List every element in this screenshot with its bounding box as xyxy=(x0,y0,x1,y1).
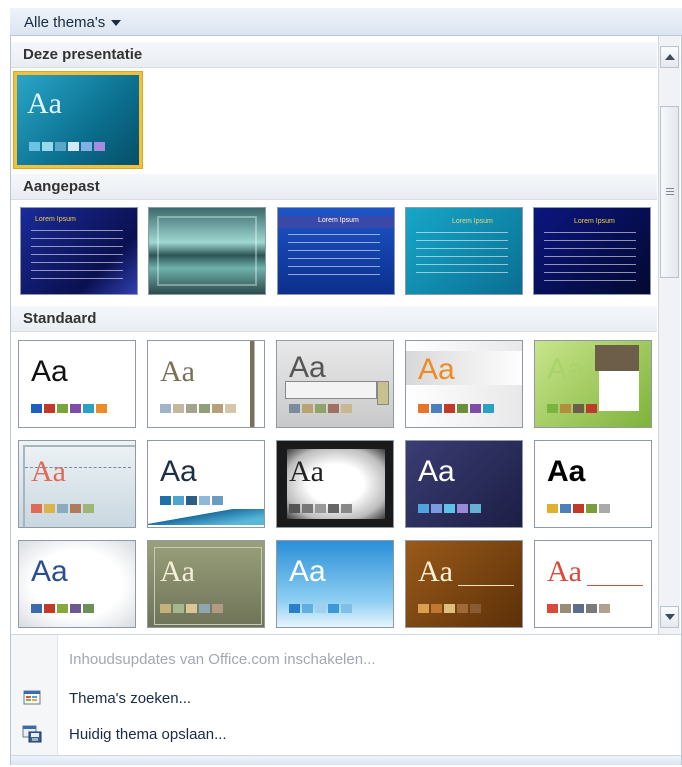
menu-item-label: Inhoudsupdates van Office.com inschakele… xyxy=(69,651,376,668)
theme-sample-text: Aa xyxy=(27,87,62,120)
theme-sample-text: Aa xyxy=(31,555,68,588)
theme-sample-text: Aa xyxy=(160,555,195,588)
custom-theme-2[interactable] xyxy=(148,207,266,295)
theme-sample-text: Aa xyxy=(289,455,324,488)
theme-sample-text: Aa xyxy=(547,555,582,588)
standard-theme-3[interactable]: Aa xyxy=(276,340,394,428)
menu-item-label: Huidig thema opslaan... xyxy=(69,726,227,743)
standard-theme-9[interactable]: Aa xyxy=(405,440,523,528)
custom-theme-4[interactable]: Lorem Ipsum xyxy=(405,207,523,295)
custom-theme-lines xyxy=(416,232,508,280)
theme-swatches xyxy=(160,404,236,413)
grip-line xyxy=(666,191,674,192)
menu-item-save-theme[interactable]: Huidig thema opslaan... xyxy=(69,726,227,743)
theme-sample-text: Aa xyxy=(418,353,455,386)
custom-theme-lines xyxy=(544,232,636,282)
theme-swatches xyxy=(289,404,352,413)
theme-block-dark xyxy=(595,345,639,371)
arrow-up-icon xyxy=(664,54,675,60)
theme-swatches xyxy=(160,496,223,505)
theme-line xyxy=(458,585,514,586)
theme-sample-text: Aa xyxy=(418,555,453,588)
scroll-down-button[interactable] xyxy=(660,606,679,628)
standard-theme-8[interactable]: Aa xyxy=(276,440,394,528)
all-themes-dropdown[interactable]: Alle thema's xyxy=(24,14,122,31)
section-header-standard: Standaard xyxy=(11,306,657,332)
standard-theme-15[interactable]: Aa xyxy=(534,540,652,628)
theme-sample-text: Aa xyxy=(160,455,197,488)
theme-wave xyxy=(148,509,264,525)
section-title-standard: Standaard xyxy=(23,310,97,327)
standard-theme-7[interactable]: Aa xyxy=(147,440,265,528)
menu-item-enable-updates[interactable]: Inhoudsupdates van Office.com inschakele… xyxy=(69,651,376,668)
custom-theme-5[interactable]: Lorem Ipsum xyxy=(533,207,651,295)
standard-theme-2[interactable]: Aa xyxy=(147,340,265,428)
custom-theme-title: Lorem Ipsum xyxy=(318,217,359,224)
theme-sample-text: Aa xyxy=(418,455,455,488)
theme-swatches xyxy=(31,404,107,413)
standard-theme-4[interactable]: Aa xyxy=(405,340,523,428)
standard-theme-10[interactable]: Aa xyxy=(534,440,652,528)
standard-theme-6[interactable]: Aa xyxy=(18,440,136,528)
custom-theme-title: Lorem Ipsum xyxy=(452,218,493,225)
theme-swatches xyxy=(547,604,610,613)
theme-block-light xyxy=(599,371,639,411)
theme-line xyxy=(587,585,643,586)
section-header-current: Deze presentatie xyxy=(11,42,657,68)
menu-item-search-themes[interactable]: Thema's zoeken... xyxy=(69,690,191,707)
gallery-menu: Inhoudsupdates van Office.com inschakele… xyxy=(11,634,681,765)
grip-line xyxy=(666,194,674,195)
theme-swatches xyxy=(31,604,94,613)
theme-sample-text: Aa xyxy=(289,555,326,588)
theme-swatches xyxy=(289,604,352,613)
gallery-scrollbar[interactable] xyxy=(658,36,680,634)
arrow-down-icon xyxy=(664,614,675,620)
theme-sample-text: Aa xyxy=(289,351,326,384)
custom-theme-lines xyxy=(288,234,380,278)
theme-sample-text: Aa xyxy=(547,455,586,488)
theme-sample-text: Aa xyxy=(31,455,66,488)
chevron-down-icon xyxy=(111,20,122,27)
theme-swatches xyxy=(418,604,481,613)
grip-line xyxy=(666,188,674,189)
scrollbar-thumb[interactable] xyxy=(660,106,679,278)
theme-swatches xyxy=(418,404,494,413)
all-themes-label: Alle thema's xyxy=(24,14,106,31)
menu-item-label: Thema's zoeken... xyxy=(69,690,192,707)
section-title-custom: Aangepast xyxy=(23,178,100,195)
section-header-custom: Aangepast xyxy=(11,174,657,200)
gallery-footer xyxy=(11,755,681,765)
theme-swatches xyxy=(547,404,597,413)
save-theme-icon xyxy=(22,725,42,743)
theme-sample-text: Aa xyxy=(160,355,195,388)
custom-theme-1[interactable]: Lorem Ipsum xyxy=(20,207,138,295)
theme-sample-text: Aa xyxy=(31,355,68,388)
theme-swatches xyxy=(160,604,223,613)
theme-swatches xyxy=(418,504,481,513)
standard-theme-13[interactable]: Aa xyxy=(276,540,394,628)
standard-theme-11[interactable]: Aa xyxy=(18,540,136,628)
standard-theme-12[interactable]: Aa xyxy=(147,540,265,628)
theme-bar-accent xyxy=(377,381,389,405)
theme-sample-text: Aa xyxy=(547,353,584,386)
standard-theme-1[interactable]: Aa xyxy=(18,340,136,428)
theme-swatches xyxy=(29,142,105,151)
section-title-current: Deze presentatie xyxy=(23,46,143,63)
standard-theme-5[interactable]: Aa xyxy=(534,340,652,428)
theme-swatches xyxy=(547,504,610,513)
theme-thumb-current[interactable]: Aa xyxy=(14,72,142,168)
standard-theme-14[interactable]: Aa xyxy=(405,540,523,628)
custom-theme-3[interactable]: Lorem Ipsum xyxy=(277,207,395,295)
custom-theme-frame xyxy=(157,216,257,286)
custom-theme-title: Lorem Ipsum xyxy=(574,218,615,225)
gallery-header: Alle thema's xyxy=(10,8,682,36)
theme-swatches xyxy=(31,504,94,513)
custom-theme-lines xyxy=(31,230,123,282)
custom-theme-title: Lorem Ipsum xyxy=(35,216,76,223)
folder-theme-icon xyxy=(22,689,42,707)
theme-swatches xyxy=(289,504,352,513)
scroll-up-button[interactable] xyxy=(660,46,679,68)
